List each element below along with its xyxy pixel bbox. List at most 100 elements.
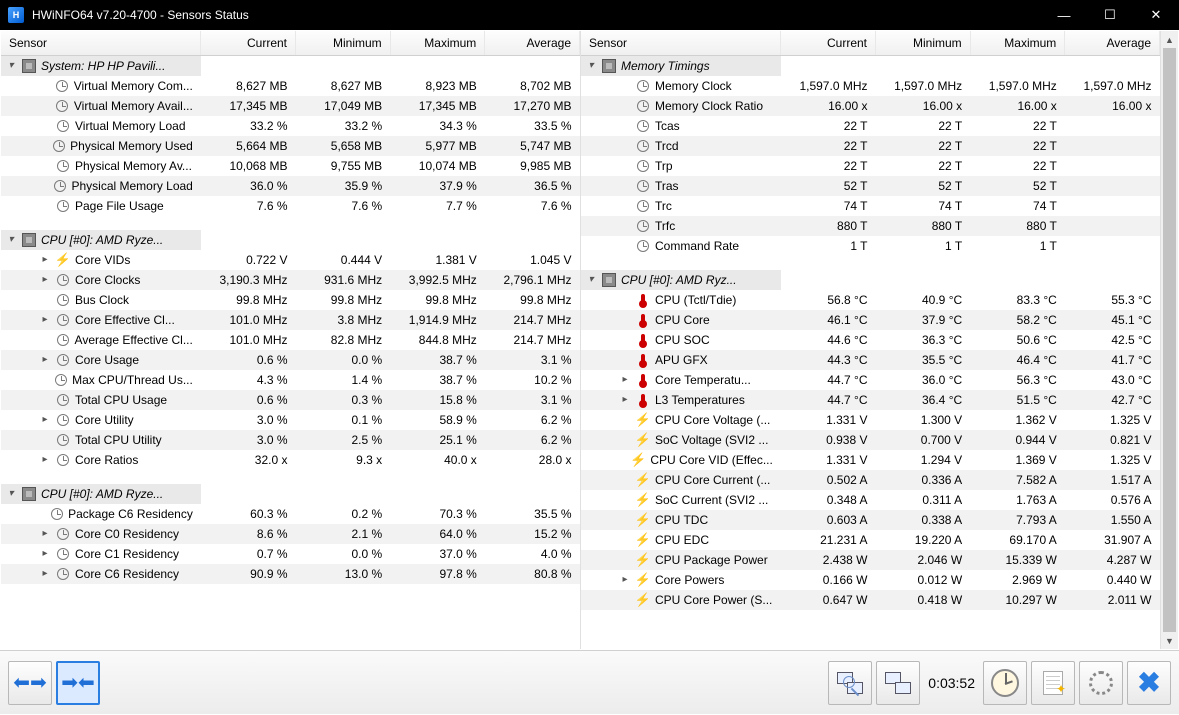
vertical-scrollbar[interactable]: ▲ ▼ bbox=[1161, 31, 1178, 649]
maximize-button[interactable]: ☐ bbox=[1087, 0, 1133, 30]
scroll-up-button[interactable]: ▲ bbox=[1161, 31, 1178, 48]
sensor-row[interactable]: ··Memory Clock1,597.0 MHz1,597.0 MHz1,59… bbox=[581, 76, 1160, 96]
sensor-row[interactable]: ··⚡CPU Core Current (...0.502 A0.336 A7.… bbox=[581, 470, 1160, 490]
minimize-button[interactable]: — bbox=[1041, 0, 1087, 30]
group-label[interactable]: System: HP HP Pavili... bbox=[41, 59, 165, 73]
chevron-down-icon[interactable]: ▾ bbox=[585, 274, 597, 285]
scroll-thumb[interactable] bbox=[1163, 48, 1176, 632]
chevron-right-icon[interactable]: ▸ bbox=[39, 528, 51, 539]
sensor-row[interactable]: ··Tras52 T52 T52 T bbox=[581, 176, 1160, 196]
chevron-right-icon[interactable]: ▸ bbox=[39, 254, 51, 265]
sensor-row[interactable]: ··⚡CPU Core VID (Effec...1.331 V1.294 V1… bbox=[581, 450, 1160, 470]
sensor-row[interactable]: ··APU GFX44.3 °C35.5 °C46.4 °C41.7 °C bbox=[581, 350, 1160, 370]
sensor-value-avg: 1,597.0 MHz bbox=[1065, 76, 1160, 96]
scroll-track[interactable] bbox=[1161, 48, 1178, 632]
log-button[interactable]: ✦ bbox=[1031, 661, 1075, 705]
chevron-right-icon[interactable]: ▸ bbox=[39, 548, 51, 559]
sensor-row[interactable]: ·▸⚡Core VIDs0.722 V0.444 V1.381 V1.045 V bbox=[1, 250, 580, 270]
sensor-row[interactable]: ··Virtual Memory Com...8,627 MB8,627 MB8… bbox=[1, 76, 580, 96]
column-header[interactable]: Average bbox=[485, 31, 580, 55]
settings-button[interactable] bbox=[1079, 661, 1123, 705]
column-header[interactable]: Current bbox=[781, 31, 876, 55]
sensor-row[interactable]: ·▸Core Usage0.6 %0.0 %38.7 %3.1 % bbox=[1, 350, 580, 370]
sensor-row[interactable]: ·▸Core C1 Residency0.7 %0.0 %37.0 %4.0 % bbox=[1, 544, 580, 564]
chevron-down-icon[interactable]: ▾ bbox=[5, 234, 17, 245]
column-header[interactable]: Maximum bbox=[390, 31, 485, 55]
sensor-row[interactable]: ·▸L3 Temperatures44.7 °C36.4 °C51.5 °C42… bbox=[581, 390, 1160, 410]
sensor-row[interactable]: ··Package C6 Residency60.3 %0.2 %70.3 %3… bbox=[1, 504, 580, 524]
left-pane[interactable]: SensorCurrentMinimumMaximumAverage ▾ Syste… bbox=[1, 31, 581, 649]
column-header[interactable]: Current bbox=[201, 31, 296, 55]
clock-reset-button[interactable] bbox=[983, 661, 1027, 705]
scroll-down-button[interactable]: ▼ bbox=[1161, 632, 1178, 649]
right-pane[interactable]: SensorCurrentMinimumMaximumAverage ▾ Memor… bbox=[581, 31, 1161, 649]
sensor-row[interactable]: ··Physical Memory Load36.0 %35.9 %37.9 %… bbox=[1, 176, 580, 196]
sensor-row[interactable]: ··⚡CPU EDC21.231 A19.220 A69.170 A31.907… bbox=[581, 530, 1160, 550]
sensor-row[interactable]: ··CPU (Tctl/Tdie)56.8 °C40.9 °C83.3 °C55… bbox=[581, 290, 1160, 310]
chevron-down-icon[interactable]: ▾ bbox=[585, 60, 597, 71]
sensor-row[interactable]: ·▸Core Clocks3,190.3 MHz931.6 MHz3,992.5… bbox=[1, 270, 580, 290]
column-header[interactable]: Sensor bbox=[581, 31, 781, 55]
sensor-value-max: 58.2 °C bbox=[970, 310, 1065, 330]
sensor-row[interactable]: ··Total CPU Utility3.0 %2.5 %25.1 %6.2 % bbox=[1, 430, 580, 450]
sensor-row[interactable]: ··Bus Clock99.8 MHz99.8 MHz99.8 MHz99.8 … bbox=[1, 290, 580, 310]
sensor-row[interactable]: ··Max CPU/Thread Us...4.3 %1.4 %38.7 %10… bbox=[1, 370, 580, 390]
close-button[interactable]: ✕ bbox=[1133, 0, 1179, 30]
sensor-label: Trc bbox=[655, 199, 672, 213]
sensor-row[interactable]: ··Total CPU Usage0.6 %0.3 %15.8 %3.1 % bbox=[1, 390, 580, 410]
column-header[interactable]: Maximum bbox=[970, 31, 1065, 55]
sensor-row[interactable]: ·▸Core Effective Cl...101.0 MHz3.8 MHz1,… bbox=[1, 310, 580, 330]
sensor-row[interactable]: ·▸Core C0 Residency8.6 %2.1 %64.0 %15.2 … bbox=[1, 524, 580, 544]
chevron-right-icon[interactable]: ▸ bbox=[39, 414, 51, 425]
group-label[interactable]: CPU [#0]: AMD Ryze... bbox=[41, 233, 163, 247]
chevron-right-icon[interactable]: ▸ bbox=[39, 314, 51, 325]
chevron-right-icon[interactable]: ▸ bbox=[619, 574, 631, 585]
sensor-row[interactable]: ··⚡CPU TDC0.603 A0.338 A7.793 A1.550 A bbox=[581, 510, 1160, 530]
sensor-row[interactable]: ··Virtual Memory Load33.2 %33.2 %34.3 %3… bbox=[1, 116, 580, 136]
sensor-row[interactable]: ··Physical Memory Used5,664 MB5,658 MB5,… bbox=[1, 136, 580, 156]
sensor-row[interactable]: ··Virtual Memory Avail...17,345 MB17,049… bbox=[1, 96, 580, 116]
chevron-right-icon[interactable]: ▸ bbox=[39, 568, 51, 579]
collapse-all-button[interactable]: ⬅➡ bbox=[8, 661, 52, 705]
sensor-row[interactable]: ··CPU SOC44.6 °C36.3 °C50.6 °C42.5 °C bbox=[581, 330, 1160, 350]
sensor-row[interactable]: ··Command Rate1 T1 T1 T bbox=[581, 236, 1160, 256]
column-header[interactable]: Average bbox=[1065, 31, 1160, 55]
sensor-row[interactable]: ··Physical Memory Av...10,068 MB9,755 MB… bbox=[1, 156, 580, 176]
sensor-row[interactable]: ··Trcd22 T22 T22 T bbox=[581, 136, 1160, 156]
sensor-row[interactable]: ·▸Core Ratios32.0 x9.3 x40.0 x28.0 x bbox=[1, 450, 580, 470]
sensor-row[interactable]: ··CPU Core46.1 °C37.9 °C58.2 °C45.1 °C bbox=[581, 310, 1160, 330]
chevron-right-icon[interactable]: ▸ bbox=[39, 274, 51, 285]
sensor-row[interactable]: ··Tcas22 T22 T22 T bbox=[581, 116, 1160, 136]
sensor-row[interactable]: ·▸Core Temperatu...44.7 °C36.0 °C56.3 °C… bbox=[581, 370, 1160, 390]
expand-all-button[interactable]: ➡⬅ bbox=[56, 661, 100, 705]
chevron-right-icon[interactable]: ▸ bbox=[619, 394, 631, 405]
sensor-row[interactable]: ··Trp22 T22 T22 T bbox=[581, 156, 1160, 176]
sensor-row[interactable]: ··⚡CPU Core Voltage (...1.331 V1.300 V1.… bbox=[581, 410, 1160, 430]
sensor-row[interactable]: ·▸Core Utility3.0 %0.1 %58.9 %6.2 % bbox=[1, 410, 580, 430]
sensor-row[interactable]: ··⚡CPU Core Power (S...0.647 W0.418 W10.… bbox=[581, 590, 1160, 610]
sensor-row[interactable]: ··Memory Clock Ratio16.00 x16.00 x16.00 … bbox=[581, 96, 1160, 116]
sensor-row[interactable]: ··Average Effective Cl...101.0 MHz82.8 M… bbox=[1, 330, 580, 350]
exit-button[interactable]: ✖ bbox=[1127, 661, 1171, 705]
chevron-right-icon[interactable]: ▸ bbox=[619, 374, 631, 385]
column-header[interactable]: Minimum bbox=[876, 31, 971, 55]
sensor-row[interactable]: ·▸⚡Core Powers0.166 W0.012 W2.969 W0.440… bbox=[581, 570, 1160, 590]
sensor-row[interactable]: ··Trc74 T74 T74 T bbox=[581, 196, 1160, 216]
sensor-row[interactable]: ··Trfc880 T880 T880 T bbox=[581, 216, 1160, 236]
chevron-right-icon[interactable]: ▸ bbox=[39, 454, 51, 465]
screenshot-button[interactable] bbox=[828, 661, 872, 705]
chevron-down-icon[interactable]: ▾ bbox=[5, 60, 17, 71]
sensor-row[interactable]: ··⚡CPU Package Power2.438 W2.046 W15.339… bbox=[581, 550, 1160, 570]
sensor-row[interactable]: ··⚡SoC Current (SVI2 ...0.348 A0.311 A1.… bbox=[581, 490, 1160, 510]
column-header[interactable]: Sensor bbox=[1, 31, 201, 55]
group-label[interactable]: CPU [#0]: AMD Ryz... bbox=[621, 273, 737, 287]
sensor-row[interactable]: ··⚡SoC Voltage (SVI2 ...0.938 V0.700 V0.… bbox=[581, 430, 1160, 450]
group-label[interactable]: Memory Timings bbox=[621, 59, 710, 73]
sensor-row[interactable]: ··Page File Usage7.6 %7.6 %7.7 %7.6 % bbox=[1, 196, 580, 216]
group-label[interactable]: CPU [#0]: AMD Ryze... bbox=[41, 487, 163, 501]
sensor-row[interactable]: ·▸Core C6 Residency90.9 %13.0 %97.8 %80.… bbox=[1, 564, 580, 584]
chevron-right-icon[interactable]: ▸ bbox=[39, 354, 51, 365]
column-header[interactable]: Minimum bbox=[296, 31, 391, 55]
remote-button[interactable] bbox=[876, 661, 920, 705]
chevron-down-icon[interactable]: ▾ bbox=[5, 488, 17, 499]
